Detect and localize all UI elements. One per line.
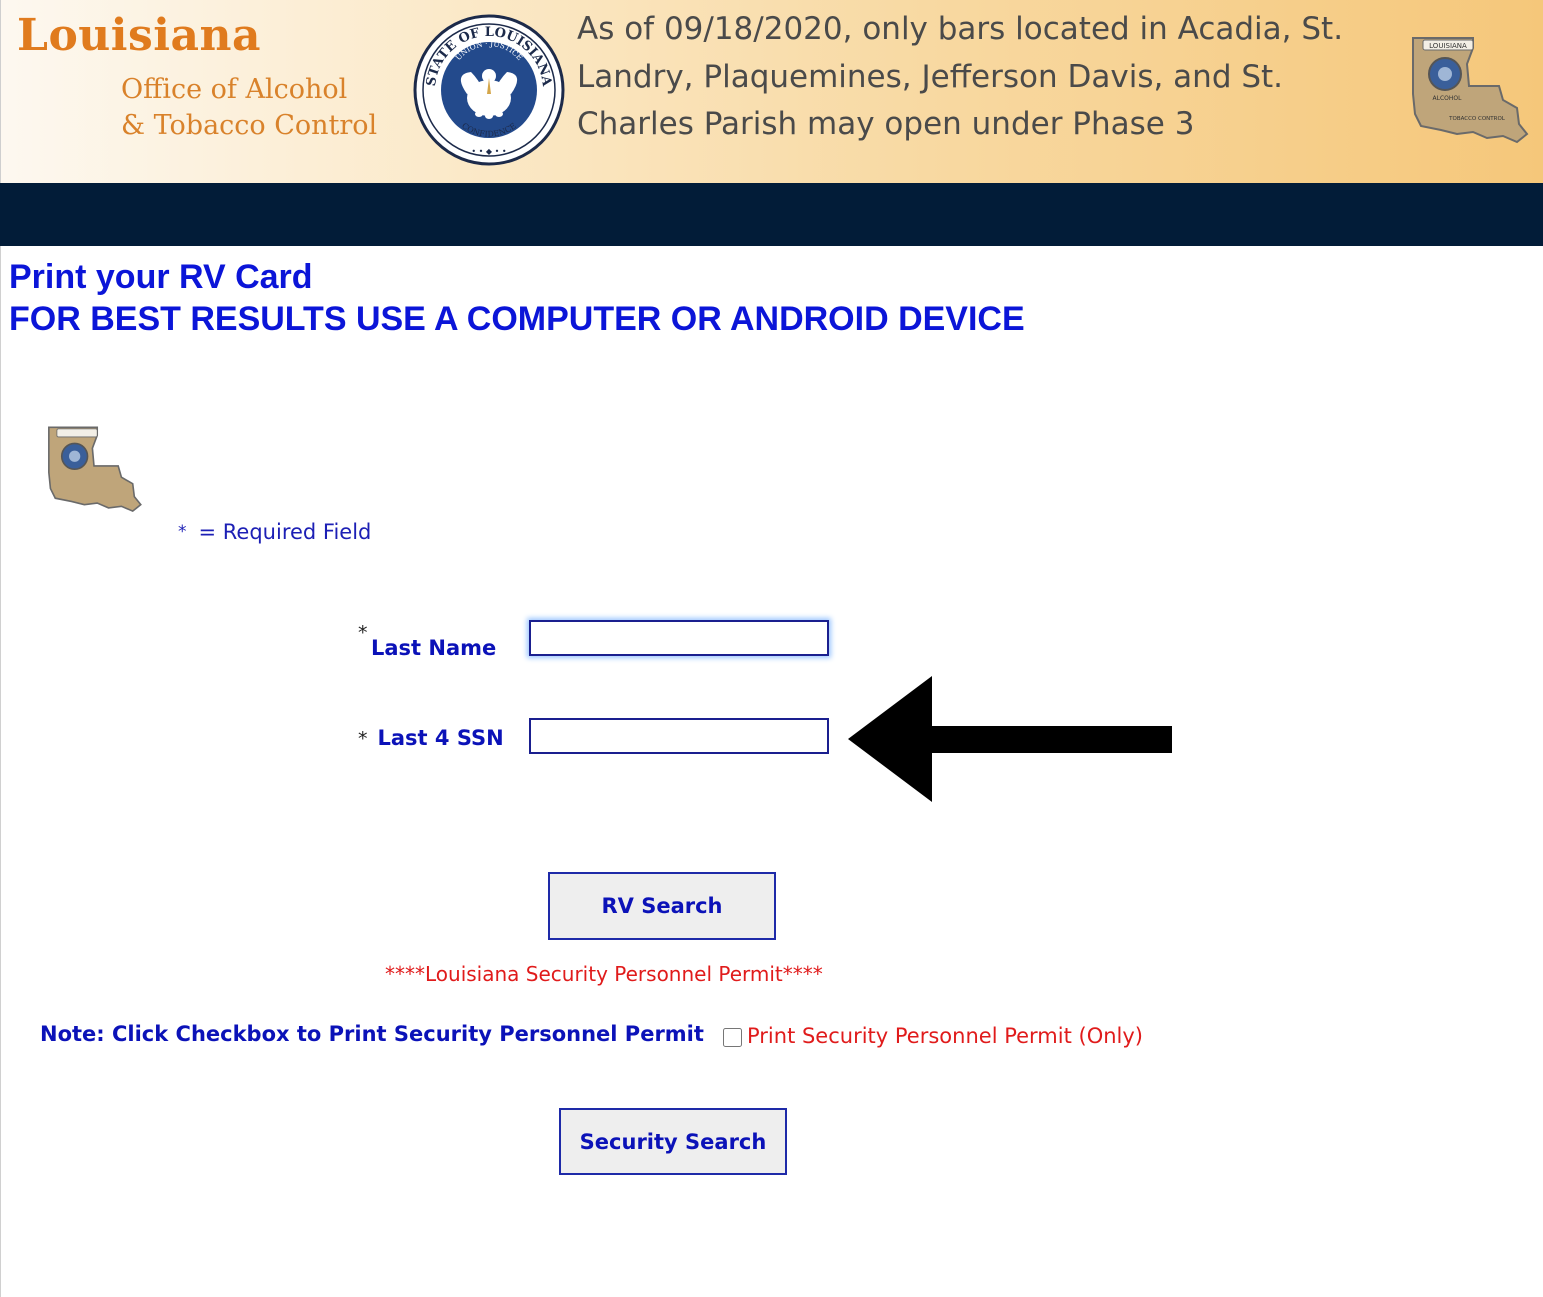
- svg-text:• • ◆ • •: • • ◆ • •: [471, 147, 506, 156]
- security-permit-title: ****Louisiana Security Personnel Permit*…: [385, 962, 823, 986]
- map-logo-text-top: LOUISIANA: [1429, 42, 1467, 50]
- map-logo-text-bot: TOBACCO CONTROL: [1448, 116, 1506, 122]
- last-name-label-text: Last Name: [371, 636, 497, 660]
- brand-subtitle-line2: & Tobacco Control: [121, 110, 378, 141]
- ssn-label-text: Last 4 SSN: [377, 726, 504, 750]
- required-star: *: [178, 522, 187, 542]
- heading-line1: Print your RV Card: [9, 258, 313, 296]
- brand-subtitle-line1: Office of Alcohol: [121, 74, 348, 105]
- last-name-input[interactable]: [529, 620, 829, 656]
- required-text: = Required Field: [198, 520, 372, 544]
- louisiana-map-logo-icon: LOUISIANA ALCOHOL TOBACCO CONTROL: [1412, 37, 1529, 144]
- louisiana-map-logo-icon: [48, 426, 142, 513]
- header-banner: Louisiana Office of Alcohol & Tobacco Co…: [0, 0, 1543, 183]
- required-field-note: * = Required Field: [178, 520, 371, 544]
- navigation-bar: [0, 183, 1543, 246]
- rv-search-button[interactable]: RV Search: [548, 872, 776, 940]
- checkbox-note: Note: Click Checkbox to Print Security P…: [40, 1022, 704, 1046]
- required-star: *: [358, 622, 368, 644]
- brand-title: Louisiana: [17, 10, 261, 61]
- state-seal-icon: STATE OF LOUISIANA UNION · JUSTICE CONFI…: [413, 14, 565, 166]
- last-4-ssn-input[interactable]: [529, 718, 829, 754]
- page-heading: Print your RV Card FOR BEST RESULTS USE …: [9, 256, 1025, 340]
- ssn-label: * Last 4 SSN: [358, 726, 504, 750]
- print-security-permit-checkbox[interactable]: [723, 1028, 742, 1047]
- required-star: *: [358, 728, 368, 750]
- page-border: [0, 246, 1, 1297]
- map-logo-text-mid: ALCOHOL: [1433, 95, 1463, 102]
- security-search-button[interactable]: Security Search: [559, 1108, 787, 1175]
- heading-line2: FOR BEST RESULTS USE A COMPUTER OR ANDRO…: [9, 300, 1025, 338]
- phase-notice: As of 09/18/2020, only bars located in A…: [577, 11, 1344, 142]
- print-security-permit-label[interactable]: Print Security Personnel Permit (Only): [747, 1024, 1143, 1048]
- arrow-left-icon: [848, 676, 1172, 802]
